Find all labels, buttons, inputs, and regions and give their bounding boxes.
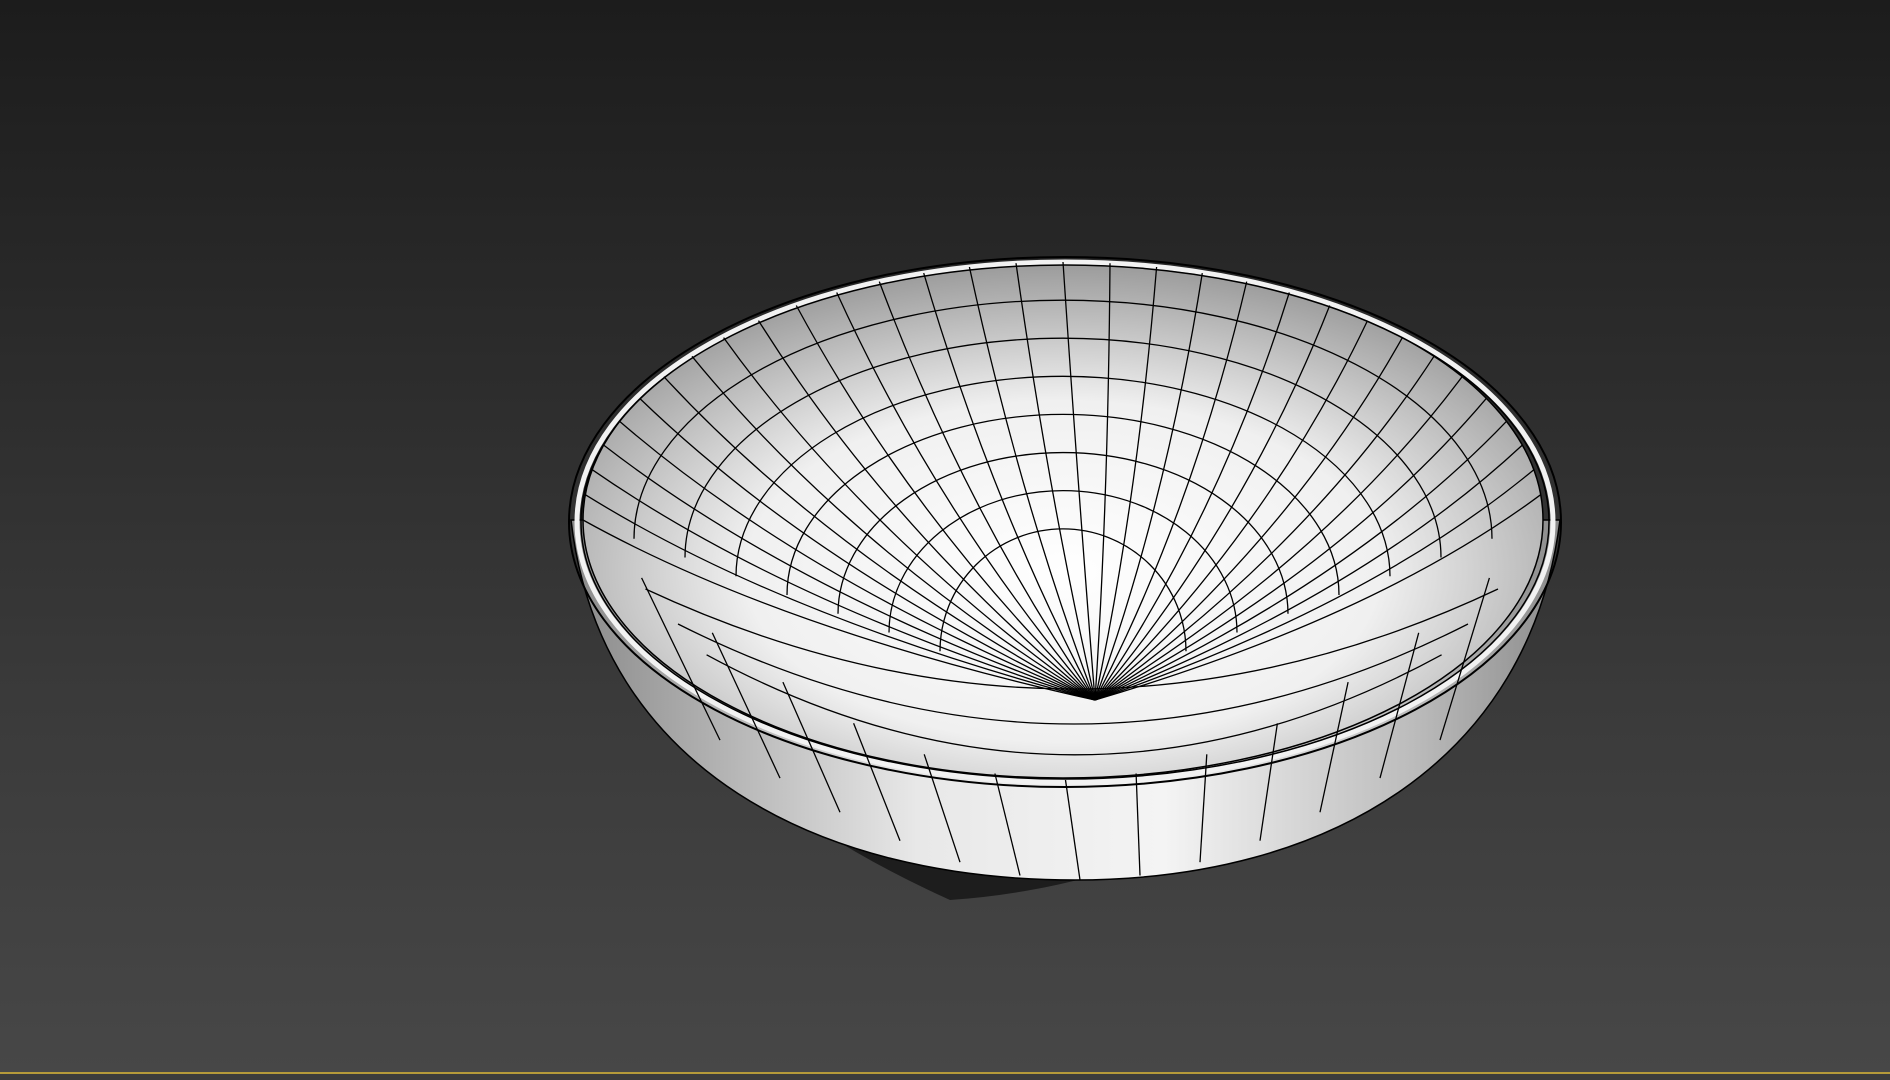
3d-viewport[interactable] bbox=[0, 0, 1890, 1072]
viewport-canvas[interactable] bbox=[0, 0, 1890, 1072]
viewport-active-border bbox=[0, 1072, 1890, 1080]
bowl-inner-surface[interactable] bbox=[582, 261, 1544, 779]
